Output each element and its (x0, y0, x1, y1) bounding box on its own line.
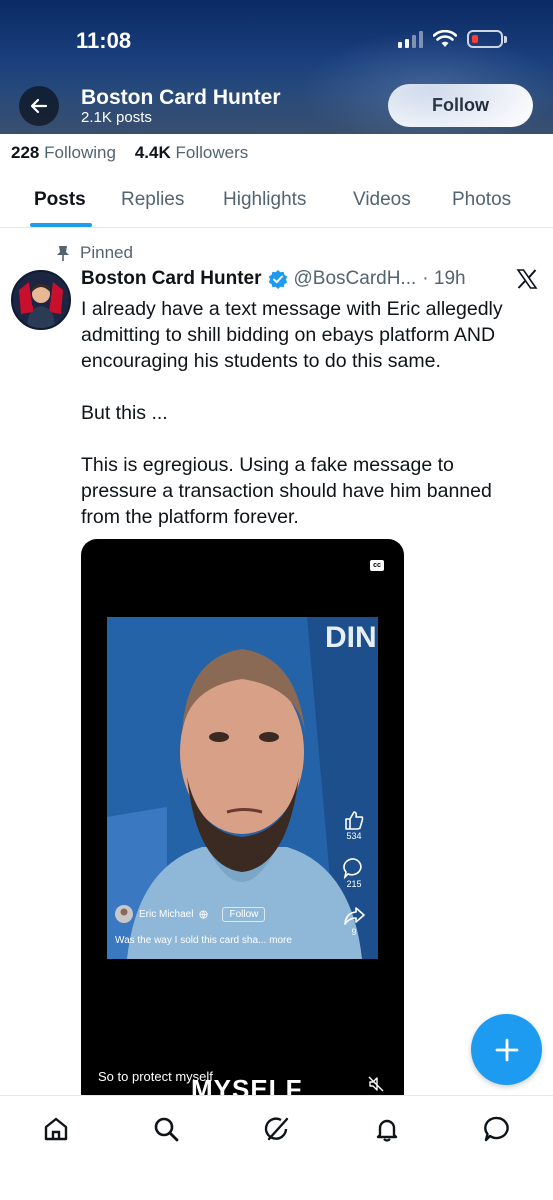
thumbs-up-icon (345, 811, 364, 830)
post-header: Boston Card Hunter @BosCardH... · 19h (81, 268, 466, 290)
post-paragraph: But this ... (81, 402, 168, 424)
notifications-icon[interactable] (372, 1114, 402, 1144)
profile-stats: 228 Following 4.4K Followers (11, 143, 248, 163)
tab-posts[interactable]: Posts (34, 189, 86, 211)
plus-icon (495, 1038, 518, 1061)
globe-icon (199, 909, 209, 919)
tab-videos[interactable]: Videos (353, 189, 411, 211)
grok-icon[interactable] (262, 1114, 292, 1144)
mute-icon[interactable] (368, 1076, 384, 1097)
video-like-button[interactable]: 534 (343, 809, 365, 841)
header-name: Boston Card Hunter (81, 86, 281, 109)
video-frame: DIN 534 215 9 Eric Michael Follow Was th… (107, 617, 378, 959)
wifi-icon (433, 30, 457, 47)
post-paragraph: I already have a text message with Eric … (81, 298, 503, 372)
video-banner-text: DIN (325, 621, 377, 654)
compose-button[interactable] (471, 1014, 542, 1085)
share-arrow-icon (344, 907, 365, 925)
pin-icon (57, 246, 69, 261)
video-caption: Was the way I sold this card sha... more (115, 935, 292, 946)
followers-link[interactable]: 4.4K Followers (135, 143, 248, 162)
header-post-count: 2.1K posts (81, 109, 152, 126)
profile-tabs: Posts Replies Highlights Videos Photos (0, 182, 553, 228)
pinned-label: Pinned (80, 243, 133, 262)
video-user-avatar (115, 905, 133, 923)
status-time: 11:08 (76, 28, 132, 53)
comment-count: 215 (346, 879, 362, 889)
video-user-name: Eric Michael (139, 908, 194, 920)
comment-bubble-icon (343, 858, 362, 879)
follow-button[interactable]: Follow (388, 84, 533, 127)
status-icons (398, 30, 507, 48)
tab-replies[interactable]: Replies (121, 189, 184, 211)
profile-header: 11:08 Boston Card Hunter 2.1K posts Foll… (0, 0, 553, 134)
post-author[interactable]: Boston Card Hunter (81, 268, 262, 290)
video-share-button[interactable]: 9 (343, 905, 365, 937)
video-user-row: Eric Michael Follow (115, 905, 266, 923)
following-link[interactable]: 228 Following (11, 143, 116, 162)
like-count: 534 (346, 831, 362, 841)
verified-badge-icon (268, 270, 287, 289)
post-paragraph: This is egregious. Using a fake message … (81, 454, 492, 528)
tab-highlights[interactable]: Highlights (223, 189, 306, 211)
share-count: 9 (351, 927, 357, 937)
post-video[interactable]: cc DIN 534 215 9 Eric Michael Follow Was… (81, 539, 404, 1099)
video-comment-button[interactable]: 215 (343, 857, 365, 889)
bottom-nav (0, 1095, 553, 1200)
battery-icon (467, 30, 507, 48)
post-text: I already have a text message with Eric … (81, 296, 531, 556)
active-tab-indicator (30, 223, 92, 227)
post-time: · 19h (422, 268, 466, 289)
back-arrow-icon (30, 98, 48, 114)
captions-icon[interactable]: cc (370, 560, 384, 571)
search-icon[interactable] (151, 1114, 181, 1144)
signal-icon (398, 30, 423, 48)
video-follow-button[interactable]: Follow (222, 906, 266, 922)
tab-photos[interactable]: Photos (452, 189, 511, 211)
avatar[interactable] (11, 270, 71, 330)
x-logo-icon (516, 268, 538, 295)
post-handle[interactable]: @BosCardH... (294, 268, 417, 290)
pinned-indicator: Pinned (56, 243, 133, 263)
back-button[interactable] (19, 86, 59, 126)
messages-icon[interactable] (482, 1114, 512, 1144)
home-icon[interactable] (41, 1114, 71, 1144)
